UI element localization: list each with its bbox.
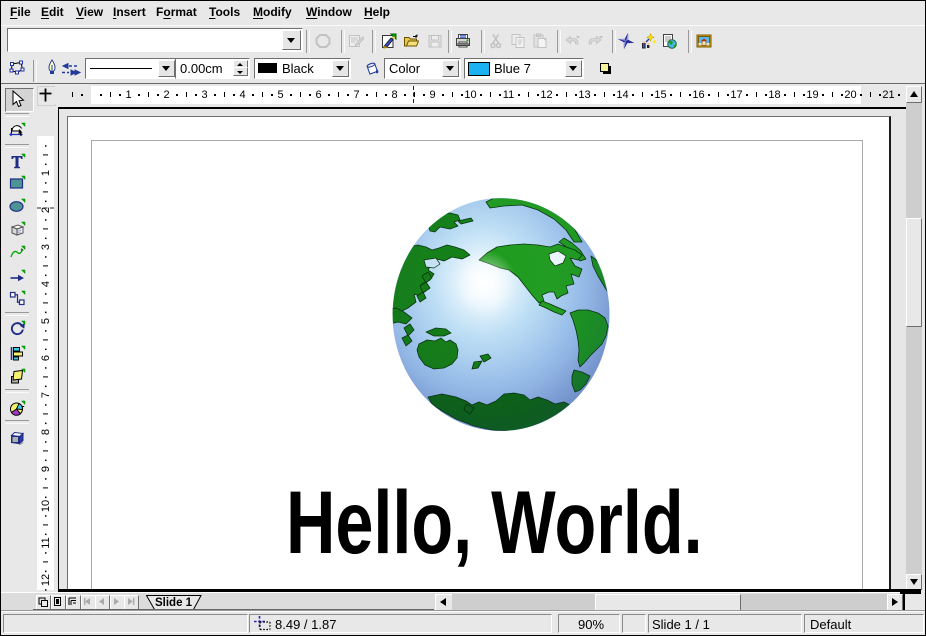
svg-text:4: 4: [40, 281, 52, 287]
svg-text:6: 6: [40, 355, 52, 361]
svg-text:8: 8: [40, 429, 52, 435]
svg-text:5: 5: [40, 318, 52, 324]
svg-text:12: 12: [40, 574, 52, 586]
svg-text:9: 9: [40, 466, 52, 472]
svg-text:10: 10: [40, 500, 52, 512]
svg-text:7: 7: [40, 392, 52, 398]
svg-text:11: 11: [40, 537, 52, 548]
svg-text:1: 1: [40, 170, 52, 176]
svg-text:3: 3: [40, 244, 52, 250]
